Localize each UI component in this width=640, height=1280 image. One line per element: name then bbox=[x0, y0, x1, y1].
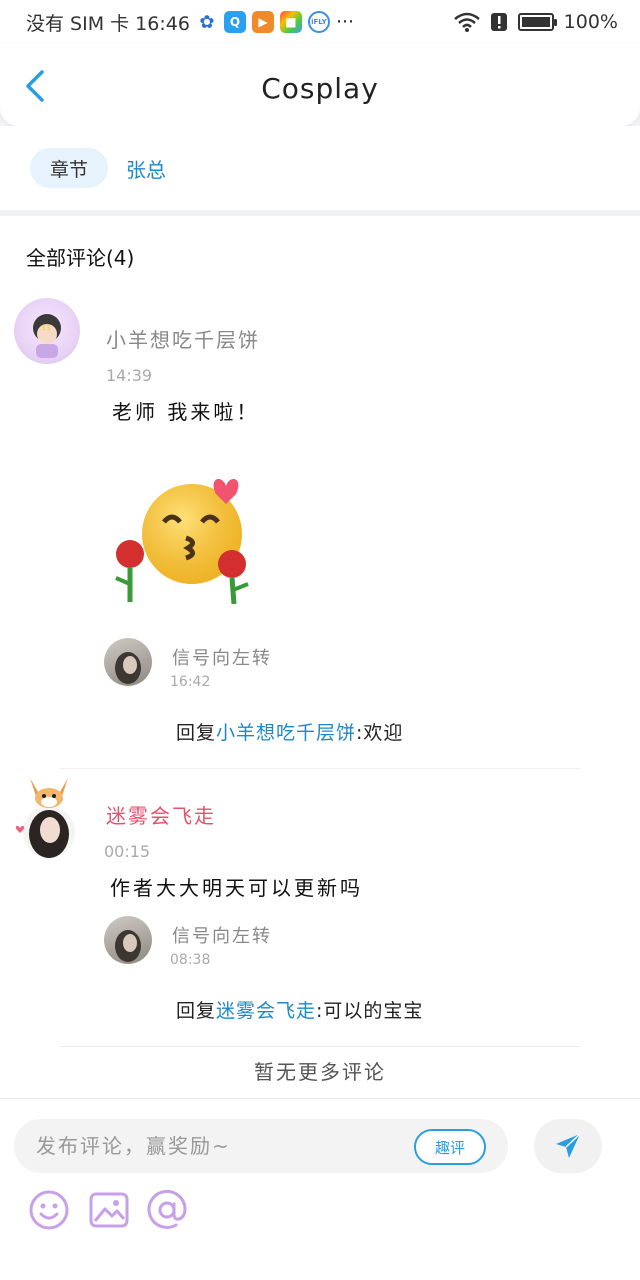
reply-time: 16:42 bbox=[170, 674, 211, 690]
comment-text: 作者大大明天可以更新吗 bbox=[110, 876, 363, 900]
chapter-chip[interactable]: 章节 bbox=[30, 148, 109, 188]
comment-composer: 趣评 bbox=[0, 1098, 640, 1280]
comment-time: 00:15 bbox=[104, 842, 151, 861]
qu-comment-button[interactable]: 趣评 bbox=[414, 1129, 486, 1165]
comment-divider bbox=[60, 768, 580, 769]
comment-text: 老师 我来啦！ bbox=[112, 400, 260, 424]
kiss-emoji-sticker[interactable] bbox=[108, 472, 264, 604]
reply-mention[interactable]: 迷雾会飞走 bbox=[216, 1000, 316, 1022]
page-title: Cosplay bbox=[261, 72, 379, 105]
reply-body: :欢迎 bbox=[356, 722, 404, 744]
battery-text: 100% bbox=[563, 11, 618, 33]
avatar[interactable] bbox=[14, 772, 84, 862]
video-app-icon: ▶ bbox=[251, 11, 274, 33]
reply-prefix: 回复 bbox=[176, 722, 217, 744]
emoji-icon[interactable] bbox=[28, 1189, 70, 1231]
ifly-icon: iFLY bbox=[307, 11, 330, 33]
status-left: 没有 SIM 卡 16:46 ✿ Q ▶ ■ iFLY ··· bbox=[26, 9, 354, 36]
comment-username[interactable]: 小羊想吃千层饼 bbox=[106, 324, 260, 353]
chips-row: 章节 张总 bbox=[0, 126, 640, 210]
image-icon[interactable] bbox=[88, 1189, 130, 1231]
svg-text:$$: $$ bbox=[41, 323, 51, 332]
comment-divider bbox=[60, 1046, 580, 1047]
wifi-icon bbox=[453, 12, 480, 32]
status-bar: 没有 SIM 卡 16:46 ✿ Q ▶ ■ iFLY ··· 100% bbox=[0, 0, 640, 44]
status-text: 没有 SIM 卡 16:46 bbox=[26, 12, 190, 35]
reply-prefix: 回复 bbox=[176, 1000, 217, 1022]
comment-username[interactable]: 迷雾会飞走 bbox=[106, 800, 216, 829]
reply-avatar[interactable] bbox=[104, 916, 152, 964]
comment-time: 14:39 bbox=[106, 366, 153, 385]
end-note: 暂无更多评论 bbox=[254, 1060, 386, 1084]
colorful-app-icon: ■ bbox=[279, 11, 302, 33]
at-icon[interactable] bbox=[146, 1189, 188, 1231]
avatar[interactable]: $$ bbox=[14, 298, 80, 364]
reply-text: 回复迷雾会飞走:可以的宝宝 bbox=[176, 996, 423, 1023]
search-app-icon: Q bbox=[223, 11, 246, 33]
reply-body: :可以的宝宝 bbox=[316, 1000, 424, 1022]
reply-username[interactable]: 信号向左转 bbox=[172, 922, 272, 948]
reply-mention[interactable]: 小羊想吃千层饼 bbox=[216, 722, 356, 744]
status-right: 100% bbox=[453, 11, 618, 33]
author-link[interactable]: 张总 bbox=[126, 154, 166, 183]
send-icon bbox=[556, 1133, 581, 1158]
comments-section: 全部评论(4) $$ 小羊想吃千层饼 14:39 老师 我来啦！ 信号向左转 1… bbox=[0, 216, 640, 1098]
send-button[interactable] bbox=[534, 1119, 602, 1173]
comment-input-box[interactable]: 趣评 bbox=[14, 1119, 508, 1173]
more-icon: ··· bbox=[335, 11, 355, 33]
comment-input[interactable] bbox=[36, 1129, 406, 1163]
reply-avatar[interactable] bbox=[104, 638, 152, 686]
header: Cosplay bbox=[0, 44, 640, 126]
reply-username[interactable]: 信号向左转 bbox=[172, 644, 272, 670]
section-title: 全部评论(4) bbox=[26, 246, 135, 270]
reply-time: 08:38 bbox=[170, 952, 211, 968]
battery-icon bbox=[517, 13, 557, 31]
alert-icon bbox=[490, 13, 507, 31]
reply-text: 回复小羊想吃千层饼:欢迎 bbox=[176, 718, 403, 745]
baidu-icon: ✿ bbox=[199, 11, 215, 33]
